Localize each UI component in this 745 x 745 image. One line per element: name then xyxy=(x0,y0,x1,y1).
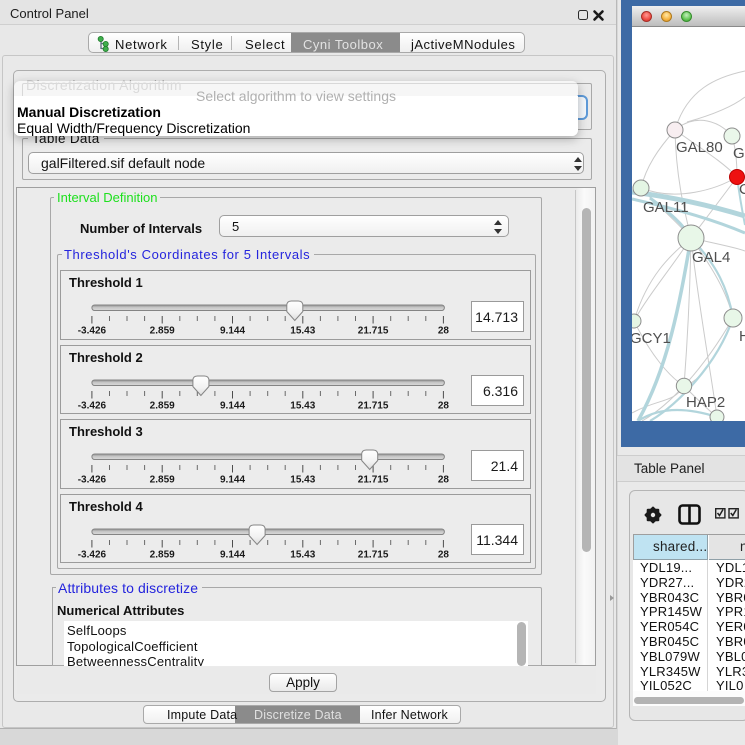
svg-text:G.: G. xyxy=(733,145,745,162)
svg-text:GAL4: GAL4 xyxy=(692,249,730,266)
svg-text:-3.426: -3.426 xyxy=(78,326,107,337)
svg-text:GAL11: GAL11 xyxy=(643,199,689,216)
svg-text:28: 28 xyxy=(438,326,450,337)
svg-text:2.859: 2.859 xyxy=(150,475,175,486)
svg-text:9.144: 9.144 xyxy=(220,326,245,337)
svg-text:21.715: 21.715 xyxy=(358,475,389,486)
svg-text:HAP2: HAP2 xyxy=(686,394,725,411)
svg-text:15.43: 15.43 xyxy=(290,475,315,486)
svg-text:-3.426: -3.426 xyxy=(78,400,107,411)
svg-text:-3.426: -3.426 xyxy=(78,475,107,486)
svg-text:C: C xyxy=(739,181,745,198)
svg-text:28: 28 xyxy=(438,400,450,411)
svg-text:GAL80: GAL80 xyxy=(676,139,723,156)
svg-text:9.144: 9.144 xyxy=(220,549,245,560)
svg-text:9.144: 9.144 xyxy=(220,475,245,486)
svg-text:28: 28 xyxy=(438,549,450,560)
svg-text:2.859: 2.859 xyxy=(150,549,175,560)
svg-text:15.43: 15.43 xyxy=(290,326,315,337)
svg-text:28: 28 xyxy=(438,475,450,486)
svg-text:15.43: 15.43 xyxy=(290,549,315,560)
svg-text:H: H xyxy=(739,328,745,345)
svg-text:-3.426: -3.426 xyxy=(78,549,107,560)
svg-text:9.144: 9.144 xyxy=(220,400,245,411)
svg-text:GCY1: GCY1 xyxy=(632,330,671,347)
svg-text:21.715: 21.715 xyxy=(358,400,389,411)
svg-text:2.859: 2.859 xyxy=(150,326,175,337)
svg-text:21.715: 21.715 xyxy=(358,549,389,560)
svg-text:15.43: 15.43 xyxy=(290,400,315,411)
svg-text:2.859: 2.859 xyxy=(150,400,175,411)
svg-text:21.715: 21.715 xyxy=(358,326,389,337)
